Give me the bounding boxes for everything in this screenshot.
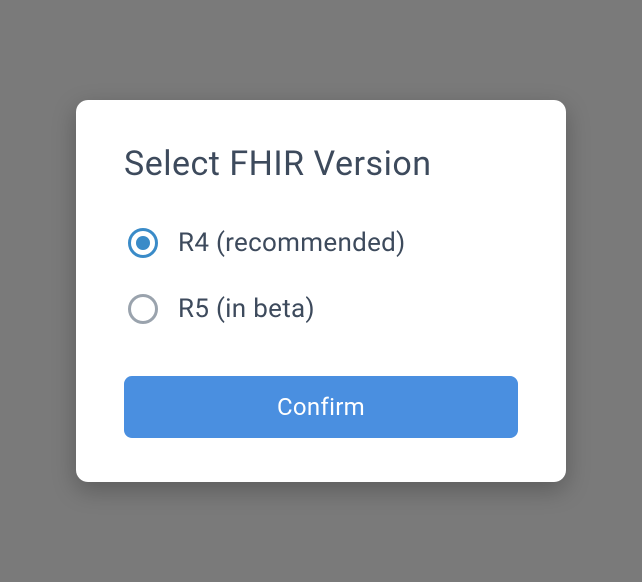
radio-label: R5 (in beta) (178, 294, 315, 324)
radio-option-r5[interactable]: R5 (in beta) (128, 294, 518, 324)
fhir-version-radio-group: R4 (recommended) R5 (in beta) (124, 228, 518, 324)
radio-label: R4 (recommended) (178, 228, 406, 258)
confirm-button[interactable]: Confirm (124, 376, 518, 438)
radio-unselected-icon (128, 294, 158, 324)
radio-option-r4[interactable]: R4 (recommended) (128, 228, 518, 258)
radio-selected-icon (128, 228, 158, 258)
dialog-modal: Select FHIR Version R4 (recommended) R5 … (76, 100, 566, 482)
modal-title: Select FHIR Version (124, 144, 518, 184)
